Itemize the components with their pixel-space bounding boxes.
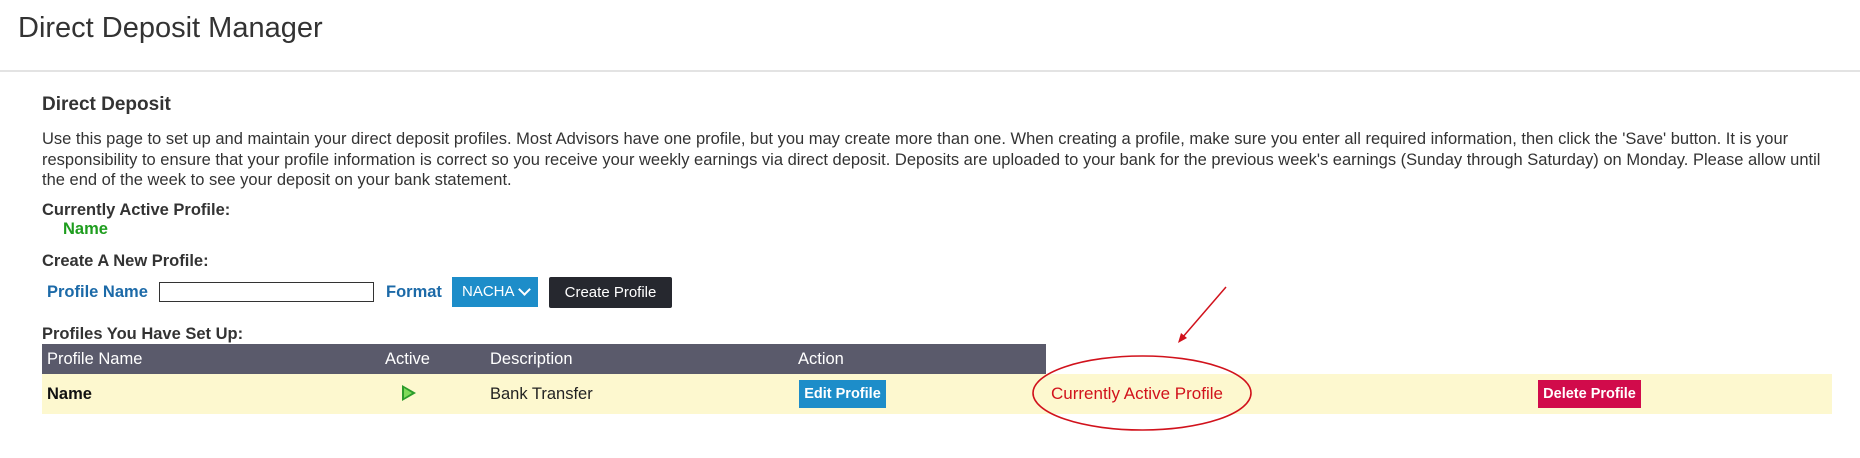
annotation-overlay <box>1032 286 1252 431</box>
annotation-ellipse <box>1032 355 1252 431</box>
annotation-arrow-line <box>1181 286 1227 339</box>
